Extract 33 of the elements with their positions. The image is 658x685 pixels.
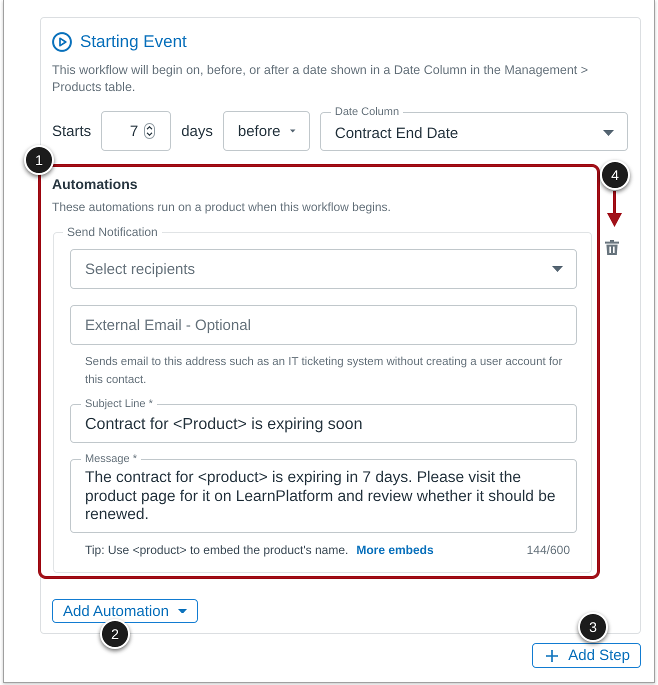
group-legend: Send Notification bbox=[63, 225, 162, 239]
spinner-icon[interactable] bbox=[144, 123, 156, 139]
timing-select[interactable]: before bbox=[222, 111, 310, 151]
days-input[interactable]: 7 bbox=[101, 111, 172, 151]
caret-icon bbox=[552, 266, 563, 272]
hint-text: Sends email to this address such as an IT ticketing system without creating a user account for this contact. bbox=[85, 355, 564, 388]
subject-line-field[interactable]: Subject Line * Contract for <Product> is expiring soon bbox=[70, 398, 577, 443]
add-step-button[interactable]: Add Step bbox=[532, 643, 641, 668]
play-icon bbox=[52, 32, 72, 52]
days-label: days bbox=[181, 122, 213, 142]
character-counter: 144/600 bbox=[526, 542, 570, 558]
date-column-select[interactable]: Date Column Contract End Date bbox=[320, 106, 628, 151]
more-embeds-link[interactable]: More embeds bbox=[356, 542, 434, 558]
section-title: Starting Event bbox=[80, 31, 187, 53]
trash-icon[interactable] bbox=[605, 240, 619, 255]
callout-badge: 1 bbox=[24, 145, 54, 175]
automations-description: These automations run on a product when this workflow begins. bbox=[52, 199, 392, 215]
callout-badge: 3 bbox=[578, 612, 608, 642]
email-input[interactable]: External Email - Optional bbox=[70, 305, 577, 345]
tip-text: Tip: Use <product> to embed the product's name. bbox=[85, 542, 348, 558]
description-text: This workflow will begin on, before, or after a date shown in a Date Column in the Management > Products table. bbox=[52, 62, 590, 96]
starts-label: Starts bbox=[52, 122, 92, 142]
caret-icon bbox=[603, 130, 614, 136]
recipients-select[interactable]: Select recipients bbox=[70, 249, 577, 289]
caret-icon bbox=[290, 128, 296, 134]
callout-badge: 4 bbox=[600, 160, 630, 190]
add-automation-button[interactable]: Add Automation bbox=[52, 599, 198, 623]
message-field[interactable]: Message * The contract for <product> is expiring in 7 days. Please visit the product page for it on LearnPlatform and review whether it should be renewed. bbox=[70, 453, 577, 533]
pointer-arrow bbox=[607, 191, 622, 227]
automations-title: Automations bbox=[52, 175, 139, 193]
plus-icon bbox=[546, 650, 558, 662]
callout-badge: 2 bbox=[100, 619, 130, 649]
caret-icon bbox=[178, 608, 187, 614]
